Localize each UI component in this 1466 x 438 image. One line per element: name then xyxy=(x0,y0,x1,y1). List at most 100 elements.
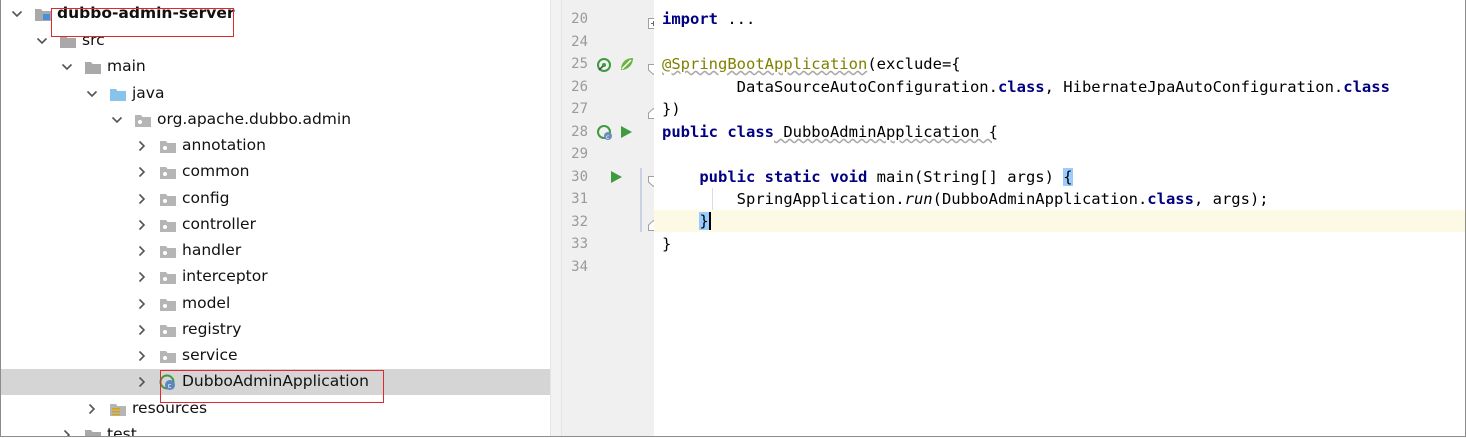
line-number: 32 xyxy=(571,214,588,230)
ide-window: dubbo-admin-server src main java org.apache.… xyxy=(0,0,1466,437)
run-gutter-icon[interactable] xyxy=(608,169,624,185)
package-icon xyxy=(159,269,177,285)
chevron-right-icon[interactable] xyxy=(136,193,148,205)
editor-gutter: 20 24 25 26 27 28 29 30 31 32 33 34 c xyxy=(562,0,659,436)
code-line-30: public static void main(String[] args) { xyxy=(662,166,1073,188)
line-number: 31 xyxy=(571,191,588,207)
chevron-right-icon[interactable] xyxy=(136,245,148,257)
tree-item-label: service xyxy=(182,346,238,364)
code-text: ... xyxy=(718,10,756,28)
indent-guide xyxy=(712,188,713,210)
tree-item-label: common xyxy=(182,162,250,180)
code-editor[interactable]: import ... @SpringBootApplication(exclud… xyxy=(654,0,1465,436)
folder-icon xyxy=(84,59,102,75)
chevron-down-icon[interactable] xyxy=(61,61,73,73)
static-method-call: run xyxy=(904,190,933,208)
tree-item[interactable]: registry xyxy=(1,317,550,343)
chevron-right-icon[interactable] xyxy=(136,350,148,362)
annotation-highlight-box xyxy=(160,370,384,403)
package-icon xyxy=(159,191,177,207)
tree-item-label: handler xyxy=(182,241,242,259)
current-line-highlight xyxy=(654,210,1465,232)
chevron-right-icon[interactable] xyxy=(136,166,148,178)
tree-item[interactable]: java xyxy=(1,81,550,107)
tree-item-label: annotation xyxy=(182,136,266,154)
chevron-right-icon[interactable] xyxy=(136,140,148,152)
tree-item-label: controller xyxy=(182,215,256,233)
tree-item-label: registry xyxy=(182,320,242,338)
package-icon xyxy=(134,112,152,128)
tree-item[interactable]: common xyxy=(1,159,550,185)
chevron-right-icon[interactable] xyxy=(61,429,73,436)
code-text: DubboAdminApplication { xyxy=(773,123,998,141)
code-text: (exclude={ xyxy=(867,55,961,73)
tree-item-label: model xyxy=(182,294,231,312)
code-line-33: } xyxy=(662,233,671,255)
tree-item[interactable]: main xyxy=(1,54,550,80)
line-number: 30 xyxy=(571,169,588,185)
tree-item[interactable]: handler xyxy=(1,238,550,264)
tree-item[interactable]: model xyxy=(1,291,550,317)
code-line-25: @SpringBootApplication(exclude={ xyxy=(662,53,961,75)
tree-item[interactable]: controller xyxy=(1,212,550,238)
package-icon xyxy=(159,348,177,364)
tree-item[interactable]: config xyxy=(1,186,550,212)
chevron-right-icon[interactable] xyxy=(136,324,148,336)
chevron-right-icon[interactable] xyxy=(136,271,148,283)
code-text: SpringApplication. xyxy=(662,190,905,208)
code-line-26: DataSourceAutoConfiguration.class, Hiber… xyxy=(662,76,1390,98)
line-number: 25 xyxy=(571,56,588,72)
code-line-31: SpringApplication.run(DubboAdminApplicat… xyxy=(662,188,1269,210)
code-text: , args); xyxy=(1193,190,1269,208)
keyword: public static void xyxy=(699,168,868,186)
code-line-28: public class DubboAdminApplication { xyxy=(662,121,998,143)
tree-item[interactable]: interceptor xyxy=(1,264,550,290)
tree-item[interactable]: test xyxy=(1,422,550,436)
resources-root-icon xyxy=(109,401,127,417)
tree-item-label: interceptor xyxy=(182,267,268,285)
line-number: 27 xyxy=(571,101,588,117)
line-number: 29 xyxy=(571,146,588,162)
line-number: 20 xyxy=(571,11,588,27)
chevron-right-icon[interactable] xyxy=(136,219,148,231)
run-gutter-icon[interactable] xyxy=(618,124,634,140)
keyword: class xyxy=(1343,78,1390,96)
code-line-27: }) xyxy=(662,98,681,120)
spring-bean-gutter-icon[interactable] xyxy=(596,57,612,73)
chevron-down-icon[interactable] xyxy=(11,8,23,20)
tree-item-label: config xyxy=(182,189,230,207)
chevron-down-icon[interactable] xyxy=(36,35,48,47)
chevron-right-icon[interactable] xyxy=(136,298,148,310)
svg-text:c: c xyxy=(606,134,609,141)
chevron-right-icon[interactable] xyxy=(86,403,98,415)
line-number: 28 xyxy=(571,124,588,140)
code-text: } xyxy=(662,235,672,253)
keyword: import xyxy=(662,10,718,28)
panel-splitter[interactable] xyxy=(550,0,562,436)
spring-boot-gutter-icon[interactable]: c xyxy=(596,124,612,141)
tree-item[interactable]: service xyxy=(1,343,550,369)
tree-item[interactable]: annotation xyxy=(1,133,550,159)
matched-brace: { xyxy=(1063,168,1073,186)
tree-item-label: java xyxy=(132,84,165,102)
chevron-down-icon[interactable] xyxy=(86,88,98,100)
keyword: class xyxy=(1147,190,1194,208)
package-icon xyxy=(159,322,177,338)
keyword: class xyxy=(997,78,1045,96)
chevron-down-icon[interactable] xyxy=(111,114,123,126)
spring-leaf-gutter-icon[interactable] xyxy=(618,55,634,71)
code-text: }) xyxy=(662,100,681,118)
method-scope-indicator xyxy=(640,168,642,232)
tree-item-label: main xyxy=(107,57,146,75)
package-icon xyxy=(159,243,177,259)
tree-item[interactable]: org.apache.dubbo.admin xyxy=(1,107,550,133)
code-text: main(String[] args) xyxy=(867,168,1064,186)
folder-icon xyxy=(84,427,102,436)
package-icon xyxy=(159,217,177,233)
line-number: 24 xyxy=(571,34,588,50)
chevron-right-icon[interactable] xyxy=(136,376,148,388)
module-folder-icon xyxy=(34,6,52,22)
tree-item-label: test xyxy=(107,425,137,436)
